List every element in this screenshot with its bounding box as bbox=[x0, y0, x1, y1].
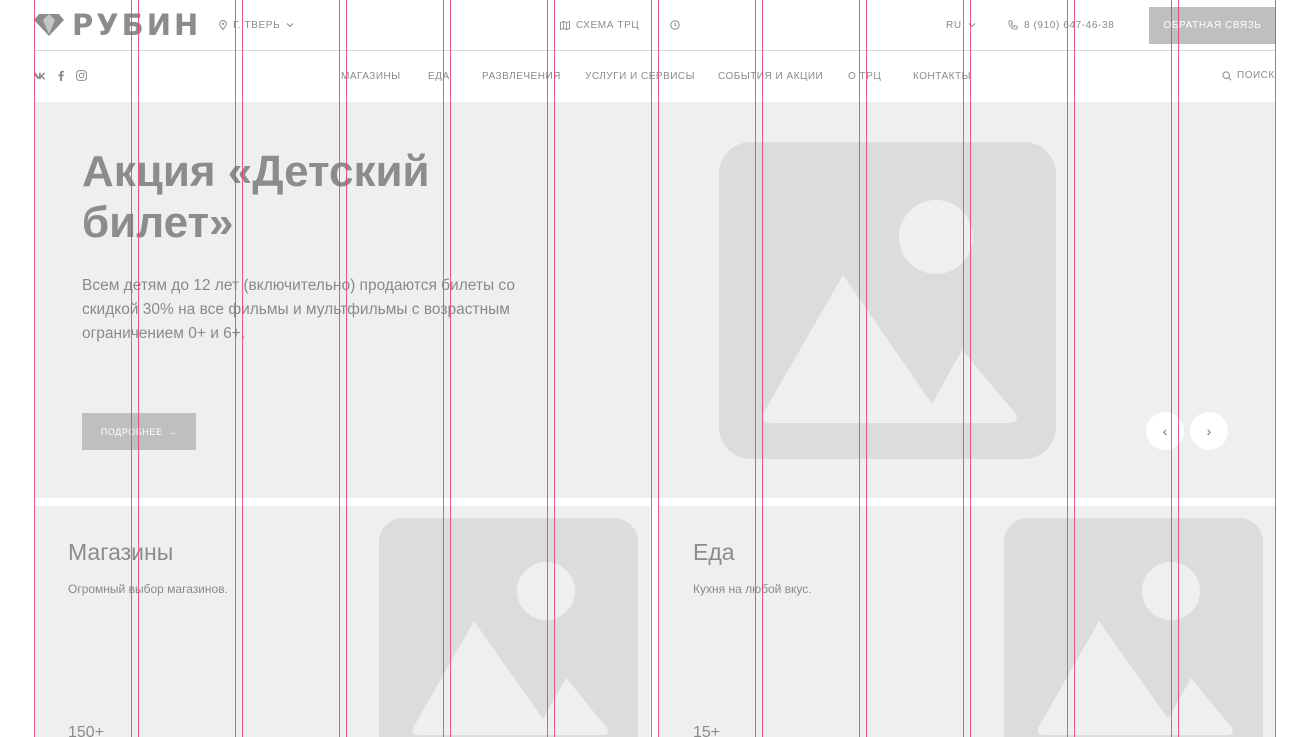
hero-slider: Акция «Детский билет» Всем детям до 12 л… bbox=[34, 102, 1276, 498]
chevron-down-icon bbox=[968, 23, 976, 28]
map-icon bbox=[560, 20, 570, 30]
logo[interactable]: РУБИН bbox=[34, 8, 201, 42]
language-label: RU bbox=[946, 19, 962, 31]
feedback-button[interactable]: ОБРАТНАЯ СВЯЗЬ bbox=[1149, 7, 1276, 44]
card-count: 15+ bbox=[693, 724, 721, 737]
chevron-down-icon bbox=[286, 23, 294, 28]
logo-text: РУБИН bbox=[72, 8, 202, 42]
nav-food[interactable]: ЕДА bbox=[428, 71, 450, 82]
instagram-icon[interactable] bbox=[76, 70, 87, 84]
search-button[interactable]: ПОИСК bbox=[1222, 70, 1275, 81]
nav-entertainment[interactable]: РАЗВЛЕЧЕНИЯ bbox=[482, 71, 561, 82]
mall-scheme-label: СХЕМА ТРЦ bbox=[576, 19, 640, 31]
clock-icon bbox=[670, 20, 680, 30]
image-placeholder-icon bbox=[719, 142, 1056, 459]
slider-prev-button[interactable]: ‹ bbox=[1146, 412, 1184, 450]
card-count: 150+ bbox=[68, 724, 105, 737]
card-title: Еда bbox=[693, 539, 735, 565]
opening-hours[interactable] bbox=[670, 18, 680, 32]
chevron-right-icon: › bbox=[1206, 423, 1212, 439]
nav-services[interactable]: УСЛУГИ И СЕРВИСЫ bbox=[585, 71, 695, 82]
phone-icon bbox=[1008, 20, 1018, 30]
card-subtitle: Кухня на любой вкус. bbox=[693, 582, 812, 596]
nav-contacts[interactable]: КОНТАКТЫ bbox=[913, 71, 971, 82]
slider-next-button[interactable]: › bbox=[1190, 412, 1228, 450]
nav-about[interactable]: О ТРЦ bbox=[848, 71, 881, 82]
card-title: Магазины bbox=[68, 539, 174, 565]
image-placeholder-icon bbox=[379, 518, 638, 737]
social-links bbox=[34, 70, 87, 84]
ruby-gem-icon bbox=[34, 14, 64, 36]
location-pin-icon bbox=[219, 20, 227, 30]
city-label: Г. ТВЕРЬ bbox=[233, 19, 281, 31]
nav-events[interactable]: СОБЫТИЯ И АКЦИИ bbox=[718, 71, 823, 82]
chevron-left-icon: ‹ bbox=[1162, 423, 1168, 439]
search-icon bbox=[1222, 70, 1232, 81]
search-label: ПОИСК bbox=[1237, 70, 1275, 81]
more-button-label: ПОДРОБНЕЕ bbox=[100, 426, 163, 437]
hero-description: Всем детям до 12 лет (включительно) прод… bbox=[82, 277, 515, 342]
nav-shops[interactable]: МАГАЗИНЫ bbox=[341, 71, 401, 82]
more-button[interactable]: ПОДРОБНЕЕ → bbox=[82, 413, 196, 450]
phone-link[interactable]: 8 (910) 647-46-38 bbox=[1008, 18, 1114, 32]
category-card-food[interactable]: Еда Кухня на любой вкус. 15+ bbox=[659, 506, 1276, 737]
hero-title: Акция «Детский билет» bbox=[82, 147, 430, 247]
phone-number: 8 (910) 647-46-38 bbox=[1024, 19, 1115, 31]
top-bar: РУБИН Г. ТВЕРЬ СХЕМА ТРЦ RU 8 (910) 647-… bbox=[0, 0, 1310, 51]
arrow-right-icon: → bbox=[167, 426, 178, 437]
image-placeholder-icon bbox=[1004, 518, 1263, 737]
card-subtitle: Огромный выбор магазинов. bbox=[68, 582, 228, 596]
city-selector[interactable]: Г. ТВЕРЬ bbox=[219, 18, 294, 32]
facebook-icon[interactable] bbox=[58, 70, 64, 84]
category-card-shops[interactable]: Магазины Огромный выбор магазинов. 150+ bbox=[34, 506, 650, 737]
language-selector[interactable]: RU bbox=[946, 18, 976, 32]
main-nav: МАГАЗИНЫ ЕДА РАЗВЛЕЧЕНИЯ УСЛУГИ И СЕРВИС… bbox=[0, 51, 1310, 102]
mall-scheme-link[interactable]: СХЕМА ТРЦ bbox=[560, 18, 639, 32]
vk-icon[interactable] bbox=[34, 71, 46, 83]
